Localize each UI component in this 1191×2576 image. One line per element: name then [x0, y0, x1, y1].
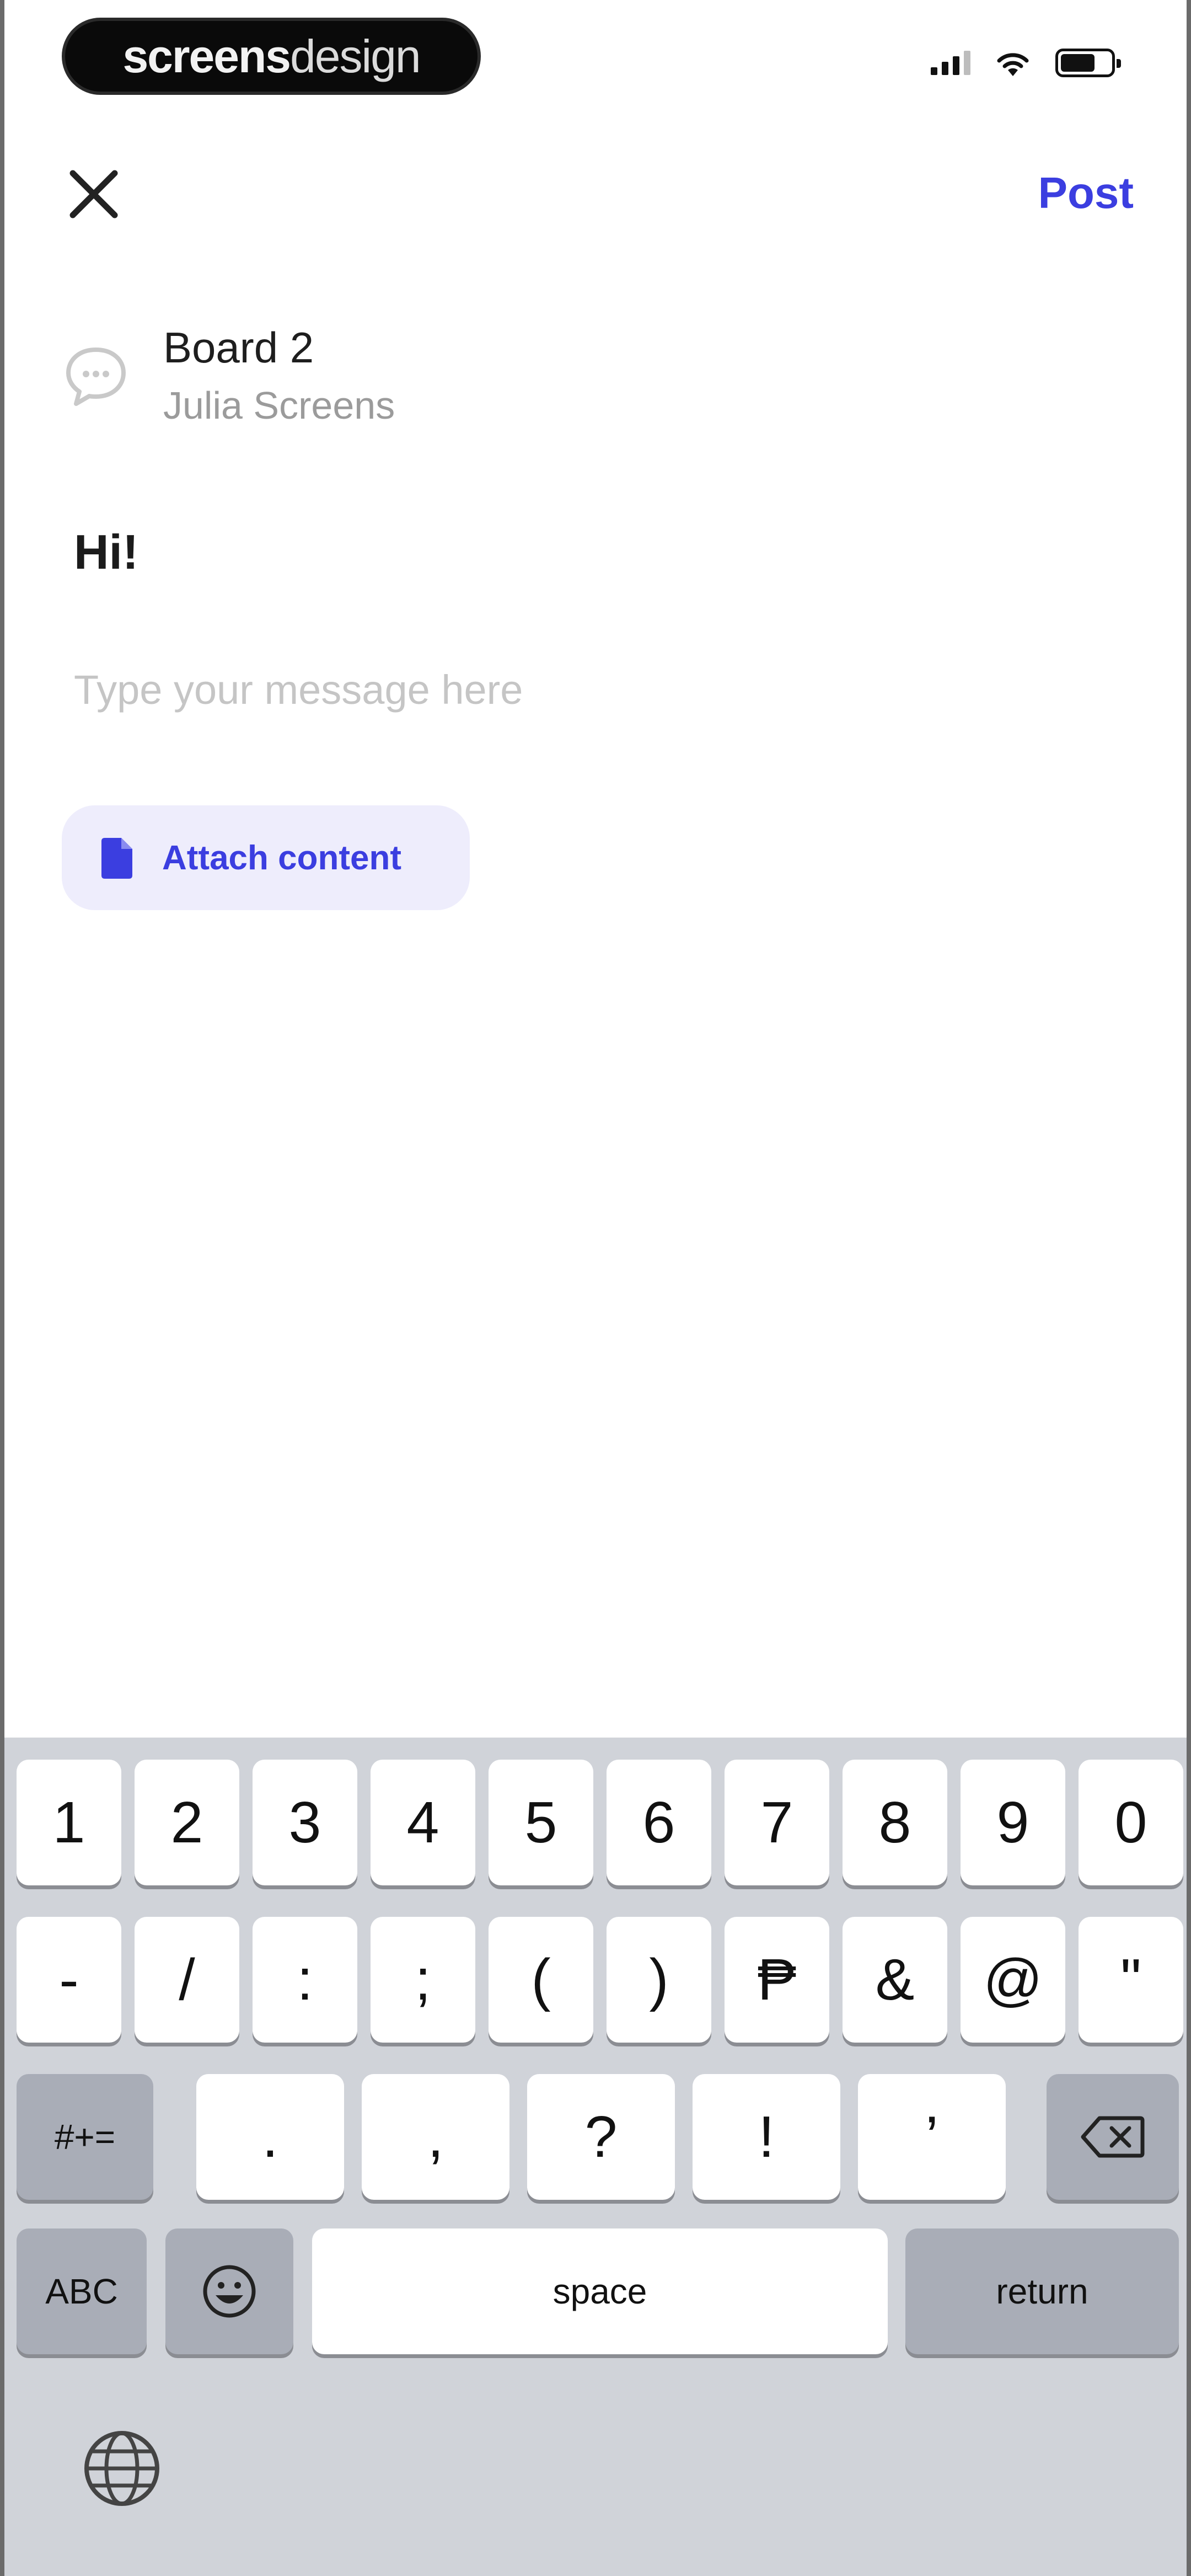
brand-light-text: design: [290, 30, 421, 82]
board-owner: Julia Screens: [163, 384, 395, 427]
close-icon: [69, 170, 118, 218]
battery-icon: [1055, 49, 1121, 77]
symbol-key[interactable]: /: [135, 1917, 239, 2043]
digit-key[interactable]: 3: [253, 1760, 357, 1885]
wifi-icon: [997, 53, 1029, 76]
board-selector[interactable]: Board 2 Julia Screens: [62, 320, 395, 436]
digit-key[interactable]: 0: [1079, 1760, 1183, 1885]
symbol-key[interactable]: (: [489, 1917, 593, 2043]
emoji-key[interactable]: [165, 2228, 293, 2354]
symbol-key[interactable]: ;: [371, 1917, 475, 2043]
symbol-key[interactable]: -: [17, 1917, 121, 2043]
abc-key[interactable]: ABC: [17, 2228, 147, 2354]
board-text: Board 2 Julia Screens: [163, 320, 395, 436]
keyboard: 1234567890 - /:;() ₱ & @ " #+= .,?!’ ABC spac…: [4, 1738, 1187, 2576]
brand-logo: screens design: [62, 18, 481, 95]
punctuation-key[interactable]: .: [196, 2074, 344, 2200]
status-icons: [931, 49, 1121, 77]
symbol-key[interactable]: ₱: [725, 1917, 829, 2043]
punctuation-key[interactable]: ?: [527, 2074, 675, 2200]
delete-icon: [1081, 2116, 1145, 2158]
digit-key[interactable]: 2: [135, 1760, 239, 1885]
board-title: Board 2: [163, 323, 314, 372]
punctuation-key[interactable]: ’: [858, 2074, 1006, 2200]
digit-key[interactable]: 7: [725, 1760, 829, 1885]
digit-key[interactable]: 8: [843, 1760, 947, 1885]
delete-key[interactable]: [1047, 2074, 1179, 2200]
compose-screen: screens design Post Board 2 Julia Screen…: [0, 0, 1191, 2576]
message-input[interactable]: [74, 656, 1066, 723]
return-key[interactable]: return: [905, 2228, 1179, 2354]
attach-content-button[interactable]: Attach content: [62, 805, 470, 910]
symbol-key[interactable]: @: [961, 1917, 1065, 2043]
attach-content-label: Attach content: [162, 838, 401, 877]
space-key[interactable]: space: [312, 2228, 888, 2354]
chat-bubble-icon: [66, 348, 126, 406]
symbol-key[interactable]: &: [843, 1917, 947, 2043]
punctuation-key[interactable]: !: [693, 2074, 840, 2200]
digit-key[interactable]: 1: [17, 1760, 121, 1885]
digit-key[interactable]: 6: [607, 1760, 711, 1885]
digit-key[interactable]: 4: [371, 1760, 475, 1885]
digit-key[interactable]: 9: [961, 1760, 1065, 1885]
symbols-key[interactable]: #+=: [17, 2074, 153, 2200]
symbol-key[interactable]: ): [607, 1917, 711, 2043]
signal-icon: [931, 51, 970, 75]
post-button[interactable]: Post: [1038, 165, 1134, 221]
brand-bold-text: screens: [122, 30, 291, 82]
digit-key[interactable]: 5: [489, 1760, 593, 1885]
emoji-icon: [203, 2265, 256, 2318]
symbol-key[interactable]: :: [253, 1917, 357, 2043]
punctuation-key[interactable]: ,: [362, 2074, 509, 2200]
globe-icon[interactable]: [81, 2427, 163, 2510]
status-bar: screens design: [4, 0, 1187, 116]
symbol-key[interactable]: ": [1079, 1917, 1183, 2043]
message-title[interactable]: Hi!: [74, 524, 138, 580]
close-button[interactable]: [61, 161, 127, 227]
attachment-icon: [101, 838, 132, 879]
